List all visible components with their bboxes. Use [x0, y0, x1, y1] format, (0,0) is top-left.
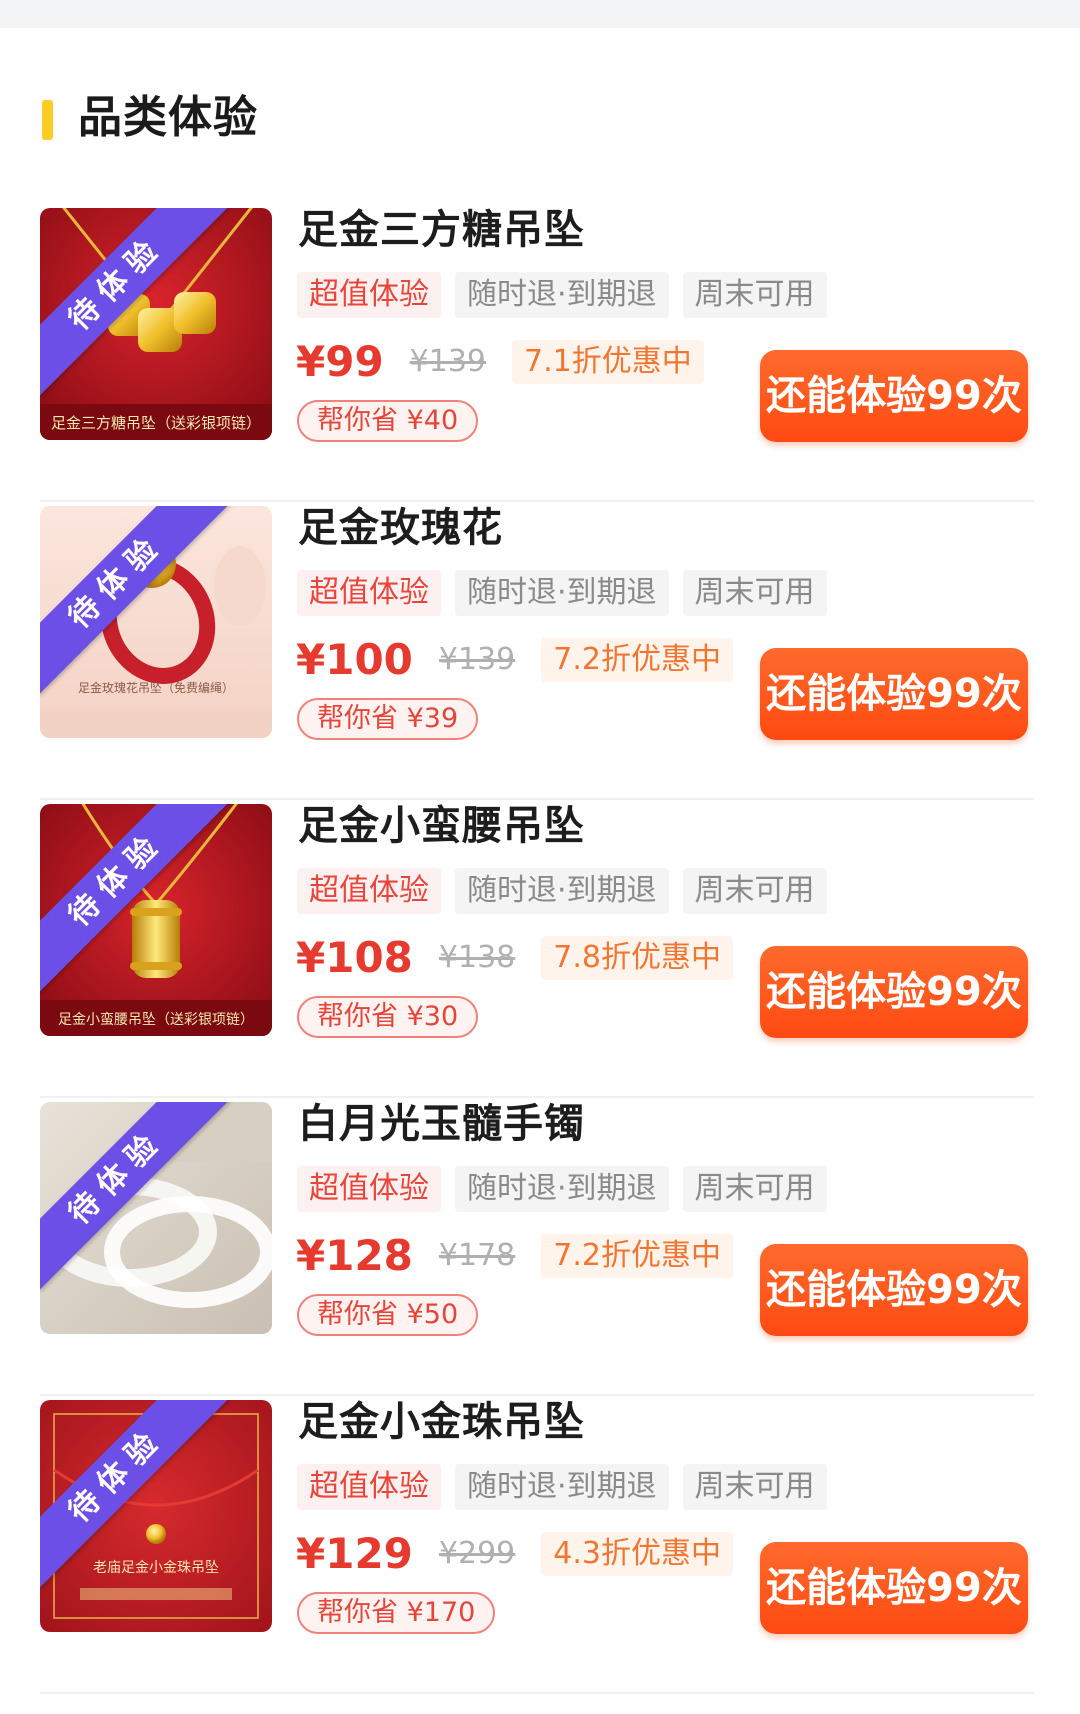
product-image[interactable] — [40, 1102, 272, 1334]
discount-badge: 4.3折优惠中 — [541, 1532, 733, 1576]
original-price: ¥139 — [438, 642, 516, 677]
tag-weekend: 周末可用 — [682, 868, 827, 914]
tag-weekend: 周末可用 — [682, 570, 827, 616]
tag-row: 超值体验 随时退·到期退 周末可用 — [297, 272, 827, 318]
savings-badge: 帮你省 ¥39 — [297, 698, 479, 740]
tag-weekend: 周末可用 — [682, 272, 827, 318]
product-card[interactable]: 足金玫瑰花吊坠（免费编绳） 待体验 足金玫瑰花 超值体验 随时退·到期退 周末可… — [0, 502, 1080, 800]
experience-button[interactable]: 还能体验99次 — [760, 1244, 1028, 1336]
tag-refund: 随时退·到期退 — [455, 1166, 669, 1212]
tag-row: 超值体验 随时退·到期退 周末可用 — [297, 570, 827, 616]
product-card[interactable]: 老庙足金小金珠吊坠 待体验 足金小金珠吊坠 超值体验 随时退·到期退 周末可用 … — [0, 1396, 1080, 1694]
product-title[interactable]: 白月光玉髓手镯 — [298, 1098, 585, 1150]
product-title[interactable]: 足金三方糖吊坠 — [298, 204, 585, 256]
experience-button[interactable]: 还能体验99次 — [760, 350, 1028, 442]
product-title[interactable]: 足金小蛮腰吊坠 — [298, 800, 585, 852]
tag-value-experience: 超值体验 — [297, 272, 441, 318]
product-card[interactable]: 待体验 白月光玉髓手镯 超值体验 随时退·到期退 周末可用 ¥128 ¥178 … — [0, 1098, 1080, 1396]
original-price: ¥138 — [438, 940, 516, 975]
product-card[interactable]: 足金小蛮腰吊坠（送彩银项链） 待体验 足金小蛮腰吊坠 超值体验 随时退·到期退 … — [0, 800, 1080, 1098]
gold-rose-ring-icon: 足金玫瑰花吊坠（免费编绳） — [40, 506, 272, 738]
tag-value-experience: 超值体验 — [297, 570, 441, 616]
product-image[interactable]: 老庙足金小金珠吊坠 — [40, 1400, 272, 1632]
original-price: ¥178 — [438, 1238, 516, 1273]
image-caption: 老庙足金小金珠吊坠 — [93, 1560, 219, 1576]
price-row: ¥108 ¥138 7.8折优惠中 — [296, 930, 733, 986]
current-price: ¥99 — [296, 337, 384, 386]
tag-weekend: 周末可用 — [682, 1166, 827, 1212]
current-price: ¥100 — [296, 635, 413, 684]
tag-value-experience: 超值体验 — [297, 1464, 441, 1510]
savings-badge: 帮你省 ¥40 — [297, 400, 479, 442]
product-image[interactable]: 足金三方糖吊坠（送彩银项链） — [40, 208, 272, 440]
savings-badge: 帮你省 ¥30 — [297, 996, 479, 1038]
discount-badge: 7.8折优惠中 — [541, 936, 733, 980]
tag-value-experience: 超值体验 — [297, 1166, 441, 1212]
product-title[interactable]: 足金小金珠吊坠 — [298, 1396, 585, 1448]
image-caption: 足金三方糖吊坠（送彩银项链） — [51, 414, 261, 432]
experience-button[interactable]: 还能体验99次 — [760, 1542, 1028, 1634]
price-row: ¥128 ¥178 7.2折优惠中 — [296, 1228, 733, 1284]
discount-badge: 7.2折优惠中 — [541, 638, 733, 682]
top-strip — [0, 0, 1080, 28]
product-title[interactable]: 足金玫瑰花 — [298, 502, 503, 554]
section-title: 品类体验 — [78, 92, 258, 143]
price-row: ¥99 ¥139 7.1折优惠中 — [296, 334, 704, 390]
original-price: ¥299 — [438, 1536, 516, 1571]
product-image[interactable]: 足金小蛮腰吊坠（送彩银项链） — [40, 804, 272, 1036]
tag-value-experience: 超值体验 — [297, 868, 441, 914]
gold-bead-pendant-icon: 老庙足金小金珠吊坠 — [40, 1400, 272, 1632]
discount-badge: 7.2折优惠中 — [541, 1234, 733, 1278]
product-card[interactable]: 足金三方糖吊坠（送彩银项链） 待体验 足金三方糖吊坠 超值体验 随时退·到期退 … — [0, 204, 1080, 502]
image-caption: 足金玫瑰花吊坠（免费编绳） — [78, 680, 234, 695]
divider — [40, 1692, 1034, 1694]
experience-button[interactable]: 还能体验99次 — [760, 946, 1028, 1038]
price-row: ¥129 ¥299 4.3折优惠中 — [296, 1526, 733, 1582]
price-row: ¥100 ¥139 7.2折优惠中 — [296, 632, 733, 688]
tag-refund: 随时退·到期退 — [455, 868, 669, 914]
tag-weekend: 周末可用 — [682, 1464, 827, 1510]
tag-refund: 随时退·到期退 — [455, 272, 669, 318]
savings-badge: 帮你省 ¥50 — [297, 1294, 479, 1336]
discount-badge: 7.1折优惠中 — [512, 340, 704, 384]
current-price: ¥108 — [296, 933, 413, 982]
section-header: 品类体验 — [0, 84, 1080, 148]
jade-bangle-icon — [40, 1102, 272, 1334]
gold-waist-pendant-icon: 足金小蛮腰吊坠（送彩银项链） — [40, 804, 272, 1036]
product-image[interactable]: 足金玫瑰花吊坠（免费编绳） — [40, 506, 272, 738]
tag-refund: 随时退·到期退 — [455, 1464, 669, 1510]
gold-cube-pendant-icon: 足金三方糖吊坠（送彩银项链） — [40, 208, 272, 440]
experience-list: 足金三方糖吊坠（送彩银项链） 待体验 足金三方糖吊坠 超值体验 随时退·到期退 … — [0, 204, 1080, 1694]
current-price: ¥129 — [296, 1529, 413, 1578]
section-accent-bar — [42, 100, 53, 140]
experience-button[interactable]: 还能体验99次 — [760, 648, 1028, 740]
current-price: ¥128 — [296, 1231, 413, 1280]
tag-row: 超值体验 随时退·到期退 周末可用 — [297, 868, 827, 914]
tag-row: 超值体验 随时退·到期退 周末可用 — [297, 1464, 827, 1510]
original-price: ¥139 — [409, 344, 487, 379]
tag-refund: 随时退·到期退 — [455, 570, 669, 616]
image-caption: 足金小蛮腰吊坠（送彩银项链） — [58, 1011, 254, 1028]
tag-row: 超值体验 随时退·到期退 周末可用 — [297, 1166, 827, 1212]
savings-badge: 帮你省 ¥170 — [297, 1592, 496, 1634]
